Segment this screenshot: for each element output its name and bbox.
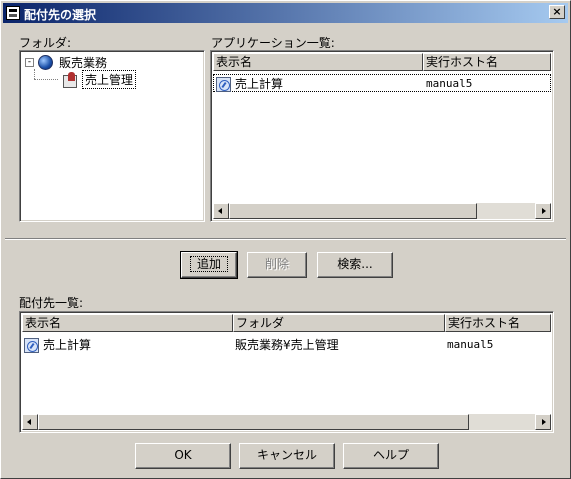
scrollbar-thumb[interactable]: [229, 203, 477, 219]
destination-list-label: 配付先一覧:: [19, 296, 84, 310]
cancel-button[interactable]: キャンセル: [239, 443, 335, 469]
tree-node-sales[interactable]: - 販売業務: [25, 54, 109, 70]
title-bar[interactable]: 配付先の選択 ×: [3, 3, 568, 23]
folder-label: フォルダ:: [19, 36, 72, 50]
column-header-host-name[interactable]: 実行ホスト名: [445, 314, 551, 332]
destination-list[interactable]: 表示名 フォルダ 実行ホスト名 売上計算 販売業務¥売上管理 manual5: [19, 311, 554, 433]
app-row-host: manual5: [426, 77, 473, 90]
help-button[interactable]: ヘルプ: [343, 443, 439, 469]
tree-node-label: 販売業務: [59, 55, 108, 70]
collapse-icon[interactable]: -: [25, 57, 34, 67]
scroll-right-button[interactable]: [535, 203, 551, 219]
tree-connector: [34, 69, 35, 79]
scroll-left-button[interactable]: [22, 414, 38, 430]
dest-row-folder: 販売業務¥売上管理: [235, 338, 339, 352]
tree-node-sales-management[interactable]: 売上管理: [58, 69, 137, 89]
globe-icon: [38, 54, 53, 70]
ok-button[interactable]: OK: [135, 443, 231, 469]
tree-node-label: 売上管理: [82, 69, 137, 89]
app-list[interactable]: 表示名 実行ホスト名 売上計算 manual5: [210, 50, 554, 222]
app-row-name: 売上計算: [235, 77, 284, 91]
table-row[interactable]: 売上計算 販売業務¥売上管理 manual5: [22, 336, 551, 354]
section-divider: [5, 238, 566, 240]
add-button[interactable]: 追加: [180, 251, 238, 279]
tree-connector: [34, 79, 58, 80]
dialog-window: 配付先の選択 × フォルダ: - 販売業務 売上管理 アプリケーション一覧: 表…: [0, 0, 571, 479]
dest-row-name: 売上計算: [43, 338, 92, 352]
scroll-left-button[interactable]: [213, 203, 229, 219]
column-header-folder[interactable]: フォルダ: [233, 314, 445, 332]
close-button[interactable]: ×: [549, 5, 565, 19]
folder-item-icon: [62, 71, 78, 88]
column-header-display-name[interactable]: 表示名: [22, 314, 233, 332]
application-icon: [24, 338, 39, 353]
column-header-host-name[interactable]: 実行ホスト名: [423, 53, 551, 71]
window-title: 配付先の選択: [24, 8, 97, 22]
folder-tree[interactable]: - 販売業務 売上管理: [19, 50, 205, 222]
app-list-hscrollbar[interactable]: [213, 203, 551, 219]
column-header-display-name[interactable]: 表示名: [213, 53, 423, 71]
destination-list-hscrollbar[interactable]: [22, 414, 551, 430]
dest-row-host: manual5: [447, 338, 494, 351]
table-row[interactable]: 売上計算 manual5: [213, 74, 551, 92]
delete-button[interactable]: 削除: [247, 252, 307, 278]
app-icon: [6, 6, 20, 20]
app-list-label: アプリケーション一覧:: [211, 36, 335, 50]
search-button[interactable]: 検索...: [317, 252, 393, 278]
scroll-right-button[interactable]: [535, 414, 551, 430]
scrollbar-thumb[interactable]: [38, 414, 469, 430]
application-icon: [216, 77, 231, 92]
